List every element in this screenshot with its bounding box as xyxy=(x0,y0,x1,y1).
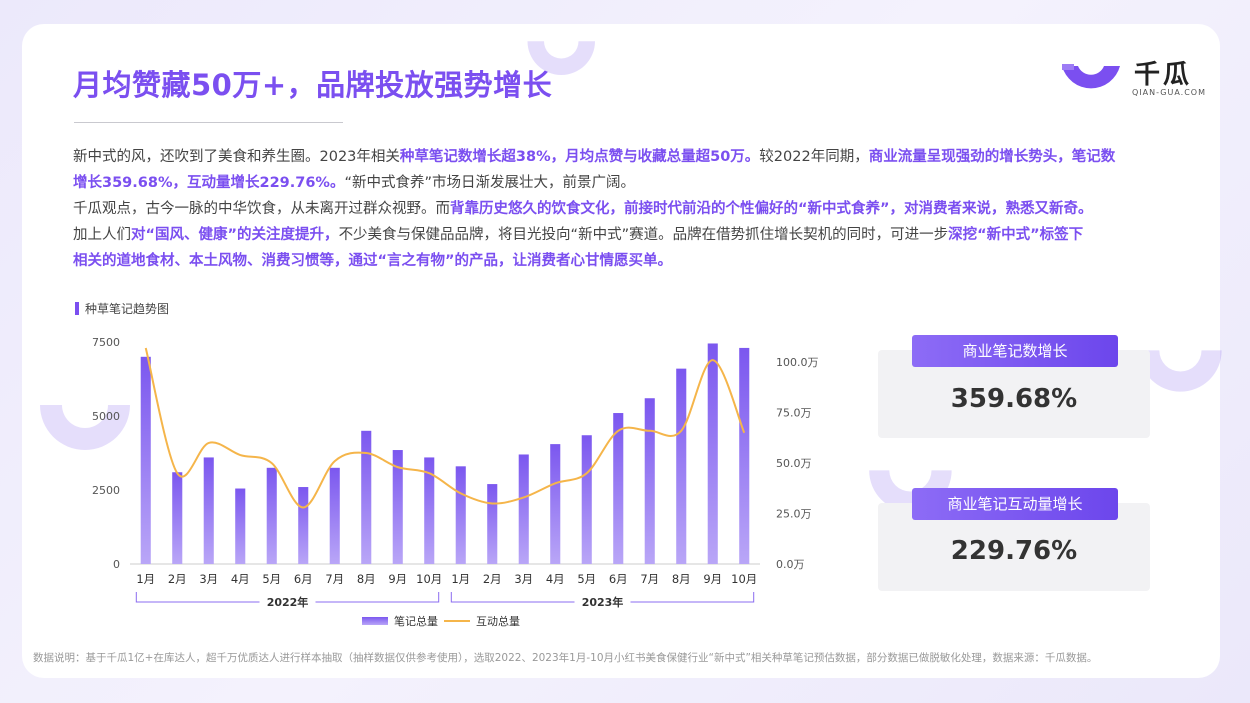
intro-paragraph: 新中式的风，还吹到了美食和养生圈。2023年相关种草笔记数增长超38%，月均点赞… xyxy=(73,144,1193,274)
highlight-text: 种草笔记数增长超38%，月均点赞与收藏总量超50万。 xyxy=(399,149,760,165)
y-left-tick-label: 0 xyxy=(113,558,120,571)
body-text: 较2022年同期， xyxy=(759,149,869,165)
year-label: 2022年 xyxy=(267,595,309,609)
page-title: 月均赞藏50万+，品牌投放强势增长 xyxy=(73,68,553,102)
body-text: 加上人们 xyxy=(73,227,131,243)
highlight-text: 相关的道地食材、本土风物、消费习惯等，通过“言之有物”的产品，让消费者心甘情愿买… xyxy=(73,253,673,269)
paragraph-line: 新中式的风，还吹到了美食和养生圈。2023年相关种草笔记数增长超38%，月均点赞… xyxy=(73,144,1193,170)
highlight-text: 商业流量呈现强劲的增长势头，笔记数 xyxy=(868,149,1116,165)
x-tick-label: 4月 xyxy=(546,572,565,586)
bar xyxy=(455,466,466,564)
bar xyxy=(235,488,246,564)
body-text: 不少美食与保健品品牌，将目光投向“新中式”赛道。品牌在借势抓住增长契机的同时，可… xyxy=(338,227,949,243)
x-tick-label: 1月 xyxy=(451,572,470,586)
bar xyxy=(518,454,529,564)
paragraph-line: 加上人们对“国风、健康”的关注度提升，不少美食与保健品品牌，将目光投向“新中式”… xyxy=(73,222,1193,248)
x-tick-label: 6月 xyxy=(609,572,628,586)
y-left-tick-label: 7500 xyxy=(92,336,120,349)
highlight-text: 对“国风、健康”的关注度提升， xyxy=(131,227,339,243)
year-label: 2023年 xyxy=(582,595,624,609)
stat-value-notes: 359.68% xyxy=(950,384,1078,414)
paragraph-line: 相关的道地食材、本土风物、消费习惯等，通过“言之有物”的产品，让消费者心甘情愿买… xyxy=(73,248,1193,274)
bar xyxy=(644,398,655,564)
brand-name: 千瓜 xyxy=(1134,60,1193,90)
bar xyxy=(140,356,151,564)
x-tick-label: 1月 xyxy=(136,572,155,586)
qiangua-logo-icon xyxy=(1062,64,1120,89)
y-right-tick-label: 100.0万 xyxy=(776,356,819,369)
bar xyxy=(707,343,718,564)
bar xyxy=(487,484,498,564)
bar xyxy=(266,467,277,564)
x-tick-label: 9月 xyxy=(703,572,722,586)
x-tick-label: 7月 xyxy=(640,572,659,586)
x-tick-label: 5月 xyxy=(262,572,281,586)
x-tick-label: 3月 xyxy=(199,572,218,586)
y-right-tick-label: 0.0万 xyxy=(776,558,805,571)
bar xyxy=(172,472,183,564)
x-tick-label: 4月 xyxy=(231,572,250,586)
bar xyxy=(581,435,592,564)
bar xyxy=(676,368,687,564)
y-right-tick-label: 50.0万 xyxy=(776,457,812,470)
trend-chart: 0 2500 5000 7500 0.0万 25.0万 50.0万 75.0万 100.0万 1月… xyxy=(92,336,819,628)
x-tick-label: 8月 xyxy=(672,572,691,586)
x-tick-label: 2月 xyxy=(483,572,502,586)
highlight-text: 增长359.68%，互动量增长229.76%。 xyxy=(73,175,345,191)
y-left-tick-label: 2500 xyxy=(92,484,120,497)
x-tick-label: 9月 xyxy=(388,572,407,586)
bar xyxy=(550,444,561,564)
stat-label-engagement: 商业笔记互动量增长 xyxy=(912,488,1118,520)
title-divider xyxy=(74,122,343,123)
x-tick-label: 2月 xyxy=(168,572,187,586)
paragraph-line: 增长359.68%，互动量增长229.76%。“新中式食养”市场日渐发展壮大，前… xyxy=(73,170,1193,196)
y-right-tick-label: 75.0万 xyxy=(776,407,812,420)
x-tick-label: 10月 xyxy=(416,572,442,586)
paragraph-line: 千瓜观点，古今一脉的中华饮食，从未离开过群众视野。而背靠历史悠久的饮食文化，前接… xyxy=(73,196,1193,222)
x-tick-label: 8月 xyxy=(357,572,376,586)
bar xyxy=(739,347,750,564)
chart-title: 种草笔记趋势图 xyxy=(75,300,169,317)
highlight-text: 深挖“新中式”标签下 xyxy=(948,227,1084,243)
bar xyxy=(361,430,372,564)
y-right-tick-label: 25.0万 xyxy=(776,508,812,521)
x-tick-label: 10月 xyxy=(731,572,757,586)
body-text: 新中式的风，还吹到了美食和养生圈。2023年相关 xyxy=(73,149,400,165)
brand-domain: QIAN-GUA.COM xyxy=(1132,88,1207,97)
y-left-tick-label: 5000 xyxy=(92,410,120,423)
legend-label: 互动总量 xyxy=(476,614,520,628)
legend-swatch-bar xyxy=(362,617,388,625)
bar xyxy=(329,467,340,564)
body-text: “新中式食养”市场日渐发展壮大，前景广阔。 xyxy=(344,175,635,191)
bar xyxy=(298,487,309,564)
stat-value-engagement: 229.76% xyxy=(950,536,1078,566)
brand-logo: 千瓜 QIAN-GUA.COM xyxy=(1060,54,1205,104)
highlight-text: 背靠历史悠久的饮食文化，前接时代前沿的个性偏好的“新中式食养”，对消费者来说，熟… xyxy=(450,201,1093,217)
stat-label-notes: 商业笔记数增长 xyxy=(912,335,1118,367)
bar xyxy=(203,457,214,564)
footnote: 数据说明：基于千瓜1亿+在库达人，超千万优质达人进行样本抽取（抽样数据仅供参考使… xyxy=(33,652,1098,664)
x-tick-label: 3月 xyxy=(514,572,533,586)
x-tick-label: 5月 xyxy=(577,572,596,586)
x-tick-label: 7月 xyxy=(325,572,344,586)
body-text: 千瓜观点，古今一脉的中华饮食，从未离开过群众视野。而 xyxy=(73,201,450,217)
x-tick-label: 6月 xyxy=(294,572,313,586)
legend-label: 笔记总量 xyxy=(394,614,438,628)
bar xyxy=(613,413,624,564)
